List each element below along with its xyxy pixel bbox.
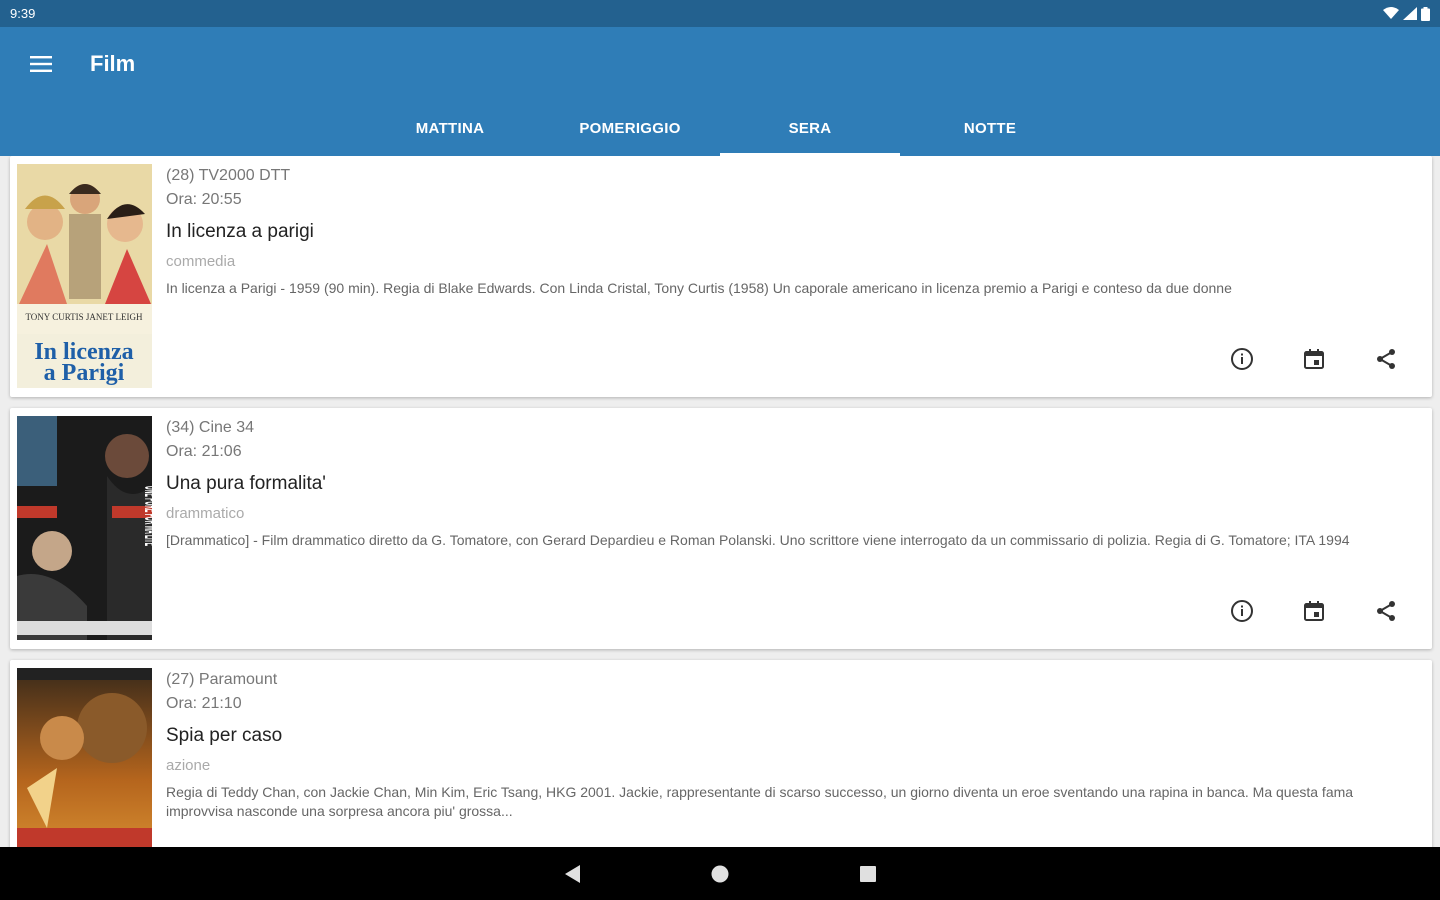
film-card[interactable]: TONY CURTIS JANET LEIGH In licenza a Par… [10, 156, 1432, 397]
film-info: (28) TV2000 DTT Ora: 20:55 In licenza a … [166, 166, 1422, 298]
app-bar: Film [0, 27, 1440, 101]
app-title: Film [90, 51, 136, 76]
calendar-button[interactable] [1296, 593, 1332, 629]
share-button[interactable] [1368, 341, 1404, 377]
home-button[interactable] [705, 859, 735, 889]
film-title: In licenza a parigi [166, 221, 314, 242]
film-time: Ora: 21:10 [166, 695, 242, 712]
film-genre: azione [166, 757, 211, 774]
film-description: In licenza a Parigi - 1959 (90 min). Reg… [166, 280, 1232, 296]
card-actions [1224, 341, 1404, 377]
info-button[interactable] [1224, 341, 1260, 377]
film-channel: (28) TV2000 DTT [166, 167, 291, 184]
film-channel: (27) Paramount [166, 671, 278, 688]
film-time: Ora: 21:06 [166, 443, 242, 460]
home-circle-icon [711, 865, 729, 882]
card-actions [1224, 593, 1404, 629]
tab-notte[interactable]: NOTTE [900, 101, 1080, 156]
navigation-bar [0, 847, 1440, 900]
info-button[interactable] [1224, 593, 1260, 629]
calendar-icon [1304, 601, 1324, 621]
poster-title: UNE PURE FOR MA LITE [140, 486, 152, 546]
film-description: Regia di Teddy Chan, con Jackie Chan, Mi… [166, 784, 1354, 819]
signal-icon [1403, 7, 1417, 20]
share-button[interactable] [1368, 593, 1404, 629]
film-card[interactable]: UNE PURE FOR MA LITE (34) Cine 34 Ora: 2… [10, 408, 1432, 649]
back-button[interactable] [557, 859, 587, 889]
film-genre: drammatico [166, 505, 245, 522]
film-info: (27) Paramount Ora: 21:10 Spia per caso … [166, 670, 1422, 821]
tab-sera[interactable]: SERA [720, 101, 900, 156]
status-bar: 9:39 [0, 0, 1440, 27]
calendar-icon [1304, 349, 1324, 369]
film-title: Spia per caso [166, 725, 283, 746]
battery-icon [1421, 6, 1430, 21]
film-list[interactable]: TONY CURTIS JANET LEIGH In licenza a Par… [0, 156, 1440, 847]
tab-pomeriggio[interactable]: POMERIGGIO [540, 101, 720, 156]
menu-button[interactable] [21, 44, 61, 84]
info-icon [1231, 600, 1253, 622]
share-icon [1377, 601, 1395, 621]
status-icons [1383, 6, 1430, 21]
film-poster[interactable]: TONY CURTIS JANET LEIGH In licenza a Par… [17, 164, 152, 388]
recents-square-icon [860, 865, 876, 882]
film-description: [Drammatico] - Film drammatico diretto d… [166, 532, 1350, 548]
wifi-icon [1383, 7, 1399, 19]
film-info: (34) Cine 34 Ora: 21:06 Una pura formali… [166, 418, 1422, 550]
film-poster[interactable] [17, 668, 152, 847]
share-icon [1377, 349, 1395, 369]
calendar-button[interactable] [1296, 341, 1332, 377]
poster-title-line2: a Parigi [44, 360, 125, 386]
film-title: Una pura formalita' [166, 473, 326, 494]
back-triangle-icon [565, 864, 580, 883]
tab-mattina[interactable]: MATTINA [360, 101, 540, 156]
tab-bar: MATTINA POMERIGGIO SERA NOTTE [0, 101, 1440, 156]
recents-button[interactable] [853, 859, 883, 889]
info-icon [1231, 348, 1253, 370]
film-time: Ora: 20:55 [166, 191, 242, 208]
poster-caption: TONY CURTIS JANET LEIGH [25, 312, 143, 322]
hamburger-menu-icon [30, 56, 52, 72]
film-genre: commedia [166, 253, 236, 270]
film-card[interactable]: (27) Paramount Ora: 21:10 Spia per caso … [10, 660, 1432, 847]
film-poster[interactable]: UNE PURE FOR MA LITE [17, 416, 152, 640]
film-channel: (34) Cine 34 [166, 419, 255, 436]
status-time: 9:39 [10, 6, 36, 21]
